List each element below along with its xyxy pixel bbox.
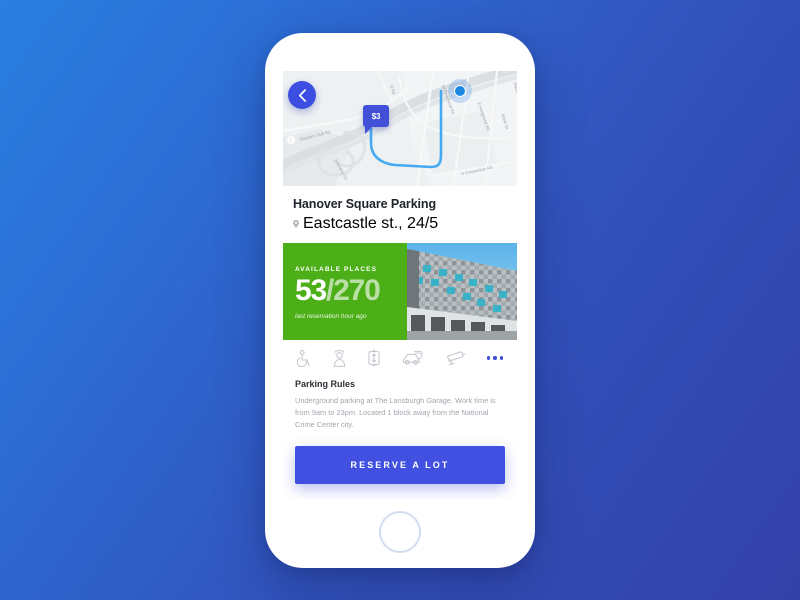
amenities-row [283, 340, 517, 375]
place-header: Hanover Square Parking Eastcastle st., 2… [283, 186, 517, 243]
availability-count: 53/270 [295, 275, 395, 307]
car-wash-icon[interactable] [402, 350, 424, 367]
more-options-icon[interactable] [486, 356, 503, 360]
price-marker-pin[interactable]: $3 [363, 105, 389, 134]
parking-rules-title: Parking Rules [295, 379, 356, 389]
reserve-a-lot-button[interactable]: RESERVE A LOT [295, 445, 505, 484]
cta-container: RESERVE A LOT [283, 431, 517, 484]
availability-label: AVAILABLE PLACES [295, 265, 377, 273]
map-view[interactable]: i Stadium Club Rd Sheraton Dr Q Rd W Periph… [283, 71, 517, 186]
parking-rules-section: Parking Rules Underground parking at The… [283, 375, 517, 431]
availability-panel: AVAILABLE PLACES 53/270 last reservation… [283, 243, 517, 340]
current-location-halo [448, 79, 472, 103]
current-location-dot [454, 85, 466, 97]
available-spots-value: 53 [295, 273, 327, 307]
phone-device: i Stadium Club Rd Sheraton Dr Q Rd W Periph… [265, 33, 535, 568]
dot [493, 356, 497, 360]
page-title: Hanover Square Parking [293, 197, 436, 211]
total-spots-value: 270 [333, 273, 381, 307]
home-button[interactable] [379, 511, 421, 553]
availability-stats: AVAILABLE PLACES 53/270 last reservation… [283, 243, 407, 340]
parking-garage-photo [407, 243, 517, 340]
last-reservation-note: last reservation hour ago [295, 313, 367, 321]
parking-rules-body: Underground parking at The Lansburgh Gar… [295, 396, 496, 429]
back-button[interactable] [288, 81, 316, 109]
dot [499, 356, 503, 360]
svg-text:i: i [290, 138, 291, 143]
chevron-left-icon [298, 88, 306, 102]
place-address: Eastcastle st., 24/5 [303, 215, 439, 232]
dot [486, 356, 491, 360]
app-screen: i Stadium Club Rd Sheraton Dr Q Rd W Periph… [283, 71, 517, 499]
elevator-icon[interactable] [367, 349, 381, 367]
map-pin-icon [293, 220, 299, 228]
security-guard-icon[interactable] [333, 349, 346, 367]
cctv-camera-icon[interactable] [446, 350, 466, 366]
wheelchair-accessible-icon[interactable] [297, 349, 312, 367]
price-marker-label: $3 [371, 111, 381, 121]
garage-photo-illustration [407, 243, 517, 340]
place-address-row: Eastcastle st., 24/5 [293, 215, 507, 233]
